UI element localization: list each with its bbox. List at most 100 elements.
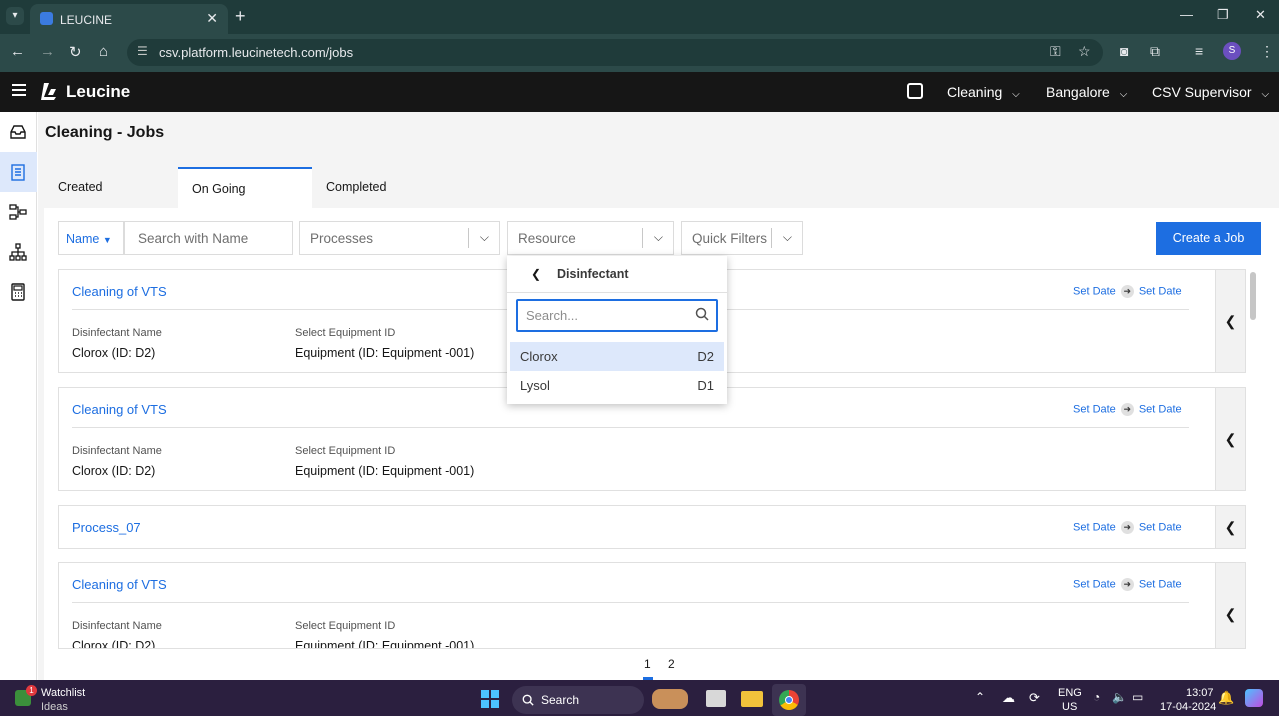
clock-date[interactable]: 17-04-2024 xyxy=(1160,701,1216,713)
job-dates[interactable]: Set Date ➜ Set Date xyxy=(1073,578,1182,591)
start-date[interactable]: Set Date xyxy=(1073,285,1116,297)
copilot-icon[interactable] xyxy=(1245,689,1263,707)
file-explorer-icon[interactable] xyxy=(741,691,763,707)
end-date[interactable]: Set Date xyxy=(1139,285,1182,297)
create-job-button[interactable]: Create a Job xyxy=(1156,222,1261,255)
facility-label: Bangalore xyxy=(1046,84,1110,100)
role-select[interactable]: CSV Supervisor ⌵ xyxy=(1152,84,1269,100)
leucine-logo-icon xyxy=(41,83,56,100)
language-top[interactable]: ENG xyxy=(1058,687,1082,699)
inbox-icon[interactable] xyxy=(9,123,27,141)
extension-camera-icon[interactable]: ◙ xyxy=(1120,43,1128,59)
job-title-link[interactable]: Cleaning of VTS xyxy=(72,284,167,299)
widget-title[interactable]: Watchlist xyxy=(41,687,85,699)
show-hidden-icons-icon[interactable]: ⌃ xyxy=(975,690,985,704)
forward-icon[interactable]: → xyxy=(40,43,55,60)
expand-chevron-left-icon[interactable]: ❮ xyxy=(1215,506,1245,548)
divider xyxy=(72,427,1189,428)
option-id: D2 xyxy=(697,349,714,364)
page-1-link[interactable]: 1 xyxy=(644,657,651,671)
chrome-taskbar-button[interactable] xyxy=(772,684,806,716)
media-control-icon[interactable]: ≡ xyxy=(1195,43,1203,59)
end-date[interactable]: Set Date xyxy=(1139,521,1182,533)
module-select[interactable]: Cleaning ⌵ xyxy=(947,84,1020,100)
job-dates[interactable]: Set Date ➜ Set Date xyxy=(1073,521,1182,534)
popup-search-input[interactable]: Search... xyxy=(516,299,718,332)
home-icon[interactable]: ⌂ xyxy=(99,43,108,60)
hierarchy-icon[interactable] xyxy=(9,203,27,221)
jobs-clipboard-icon[interactable] xyxy=(9,163,27,181)
start-date[interactable]: Set Date xyxy=(1073,403,1116,415)
resource-label: Resource xyxy=(518,231,576,246)
windows-start-icon[interactable] xyxy=(480,689,500,709)
resource-option[interactable]: Clorox D2 xyxy=(510,342,724,371)
processes-dropdown[interactable]: Processes ⌵ xyxy=(299,221,500,255)
browser-tab[interactable]: LEUCINE ✕ xyxy=(30,4,228,34)
wifi-icon[interactable]: ◔ xyxy=(1093,690,1100,704)
job-title-link[interactable]: Process_07 xyxy=(72,520,141,535)
notifications-bell-icon[interactable]: 🔔 xyxy=(1218,690,1234,706)
task-view-icon[interactable] xyxy=(706,690,726,707)
minimize-icon[interactable]: — xyxy=(1180,7,1193,22)
tab-on-going[interactable]: On Going xyxy=(178,167,312,208)
field-value: Equipment (ID: Equipment -001) xyxy=(295,464,475,478)
taskbar-search[interactable]: Search xyxy=(512,686,644,714)
tab-search-icon[interactable]: ▾ xyxy=(6,7,24,25)
window-close-icon[interactable]: ✕ xyxy=(1255,7,1266,23)
job-title-link[interactable]: Cleaning of VTS xyxy=(72,577,167,592)
field-label: Select Equipment ID xyxy=(295,445,396,457)
bookmark-star-icon[interactable]: ☆ xyxy=(1078,43,1091,60)
job-card: Process_07 Set Date ➜ Set Date ❮ xyxy=(58,505,1246,549)
reload-icon[interactable]: ↻ xyxy=(69,43,82,61)
hamburger-menu-icon[interactable] xyxy=(12,84,26,96)
end-date[interactable]: Set Date xyxy=(1139,578,1182,590)
profile-avatar[interactable]: S xyxy=(1223,42,1241,60)
resource-popup: ❮ Disinfectant Search... Clorox D2 Lysol D… xyxy=(507,256,727,404)
end-date[interactable]: Set Date xyxy=(1139,403,1182,415)
job-title-link[interactable]: Cleaning of VTS xyxy=(72,402,167,417)
extensions-icon[interactable]: ⧉ xyxy=(1150,43,1160,60)
battery-icon[interactable]: ▭ xyxy=(1132,690,1143,704)
expand-chevron-left-icon[interactable]: ❮ xyxy=(1215,563,1245,648)
facility-select[interactable]: Bangalore ⌵ xyxy=(1046,84,1127,100)
sync-icon[interactable]: ⟳ xyxy=(1029,690,1040,706)
arrow-right-icon: ➜ xyxy=(1120,578,1134,591)
tab-created[interactable]: Created xyxy=(44,167,178,208)
quick-filters-dropdown[interactable]: Quick Filters ⌵ xyxy=(681,221,803,255)
scan-icon[interactable] xyxy=(907,83,923,99)
language-bottom[interactable]: US xyxy=(1062,701,1077,713)
resource-dropdown[interactable]: Resource ⌵ xyxy=(507,221,674,255)
cloud-icon[interactable]: ☁ xyxy=(1002,690,1015,706)
page-title: Cleaning - Jobs xyxy=(45,124,165,141)
field-label: Disinfectant Name xyxy=(72,620,162,632)
search-highlight-icon[interactable] xyxy=(652,689,688,709)
module-label: Cleaning xyxy=(947,84,1003,100)
page-2-link[interactable]: 2 xyxy=(668,657,675,671)
scrollbar[interactable] xyxy=(1250,272,1256,320)
expand-chevron-left-icon[interactable]: ❮ xyxy=(1215,270,1245,372)
calculator-icon[interactable] xyxy=(9,283,27,301)
maximize-icon[interactable]: ❐ xyxy=(1217,7,1229,23)
tab-completed[interactable]: Completed xyxy=(312,167,446,208)
new-tab-icon[interactable]: + xyxy=(235,6,246,27)
expand-chevron-left-icon[interactable]: ❮ xyxy=(1215,388,1245,490)
browser-menu-icon[interactable]: ⋮ xyxy=(1260,43,1274,60)
start-date[interactable]: Set Date xyxy=(1073,521,1116,533)
divider xyxy=(72,602,1189,603)
job-dates[interactable]: Set Date ➜ Set Date xyxy=(1073,403,1182,416)
back-chevron-icon[interactable]: ❮ xyxy=(531,267,541,281)
filter-field-select[interactable]: Name ▼ xyxy=(58,221,124,255)
resource-option[interactable]: Lysol D1 xyxy=(510,371,724,400)
password-key-icon[interactable]: ⚿ xyxy=(1050,43,1061,60)
org-tree-icon[interactable] xyxy=(9,243,27,261)
address-bar[interactable]: ☰ csv.platform.leucinetech.com/jobs xyxy=(127,39,1103,66)
job-dates[interactable]: Set Date ➜ Set Date xyxy=(1073,285,1182,298)
site-info-icon[interactable]: ☰ xyxy=(137,44,148,58)
back-icon[interactable]: ← xyxy=(10,43,25,60)
clock-time[interactable]: 13:07 xyxy=(1186,687,1214,699)
search-name-input[interactable]: Search with Name xyxy=(124,221,293,255)
chevron-down-icon: ⌵ xyxy=(1119,89,1128,100)
start-date[interactable]: Set Date xyxy=(1073,578,1116,590)
volume-icon[interactable]: 🔈 xyxy=(1112,690,1127,704)
close-tab-icon[interactable]: ✕ xyxy=(206,10,218,27)
